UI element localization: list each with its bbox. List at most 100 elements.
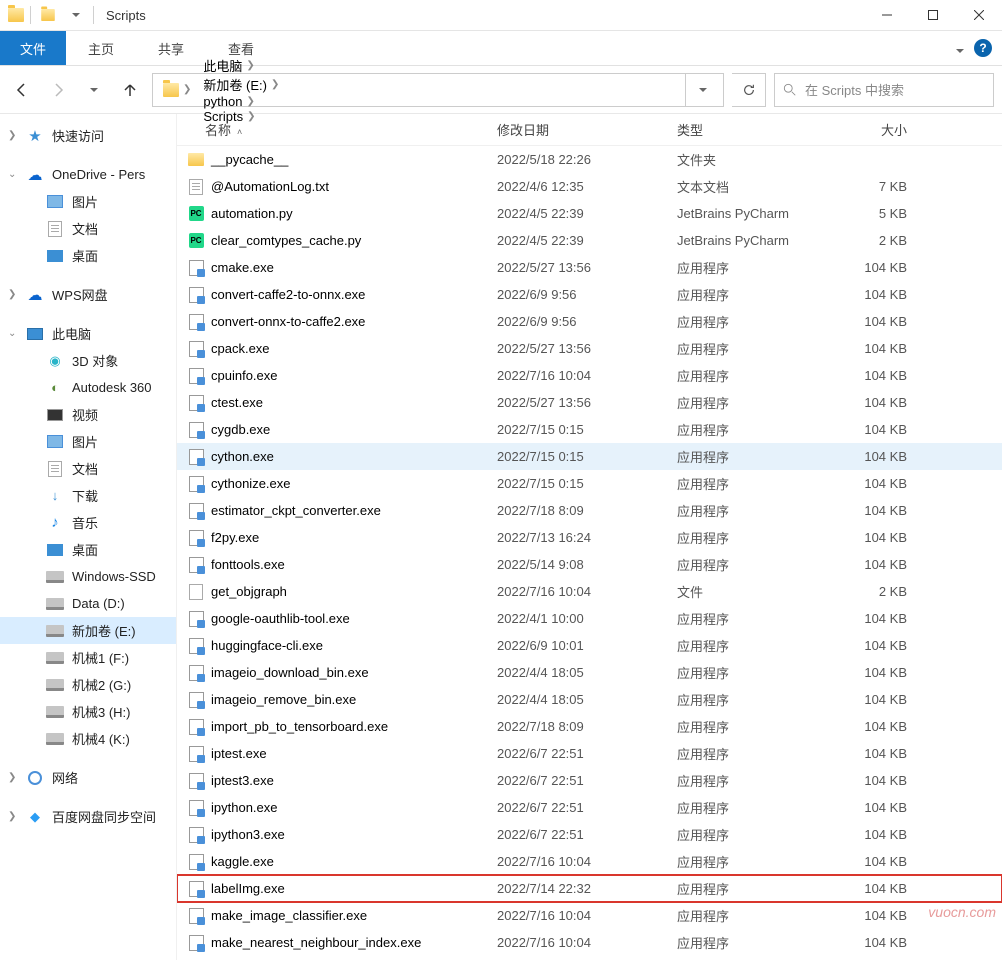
- file-row[interactable]: imageio_remove_bin.exe2022/4/4 18:05应用程序…: [177, 686, 1002, 713]
- search-input[interactable]: 在 Scripts 中搜索: [774, 73, 994, 107]
- recent-dropdown[interactable]: [80, 76, 108, 104]
- file-row[interactable]: convert-caffe2-to-onnx.exe2022/6/9 9:56应…: [177, 281, 1002, 308]
- address-bar[interactable]: ❯ 此电脑❯新加卷 (E:)❯python❯Scripts❯: [152, 73, 724, 107]
- file-row[interactable]: PCautomation.py2022/4/5 22:39JetBrains P…: [177, 200, 1002, 227]
- file-row[interactable]: make_nearest_neighbour_index.exe2022/7/1…: [177, 929, 1002, 956]
- refresh-button[interactable]: [732, 73, 766, 107]
- file-row[interactable]: labelImg.exe2022/7/14 22:32应用程序104 KB: [177, 875, 1002, 902]
- sidebar-item[interactable]: 桌面: [0, 536, 176, 563]
- file-row[interactable]: convert-onnx-to-caffe2.exe2022/6/9 9:56应…: [177, 308, 1002, 335]
- file-row[interactable]: cygdb.exe2022/7/15 0:15应用程序104 KB: [177, 416, 1002, 443]
- sidebar-item[interactable]: ❯◆百度网盘同步空间: [0, 803, 176, 830]
- file-row[interactable]: import_pb_to_tensorboard.exe2022/7/18 8:…: [177, 713, 1002, 740]
- file-row[interactable]: PCclear_comtypes_cache.py2022/4/5 22:39J…: [177, 227, 1002, 254]
- sidebar-item[interactable]: 机械4 (K:): [0, 725, 176, 752]
- sidebar-item[interactable]: 桌面: [0, 242, 176, 269]
- sidebar-item[interactable]: 机械1 (F:): [0, 644, 176, 671]
- file-date: 2022/7/16 10:04: [497, 854, 677, 869]
- col-name[interactable]: 名称˄: [187, 120, 497, 139]
- sidebar-item[interactable]: 机械3 (H:): [0, 698, 176, 725]
- file-row[interactable]: get_objgraph2022/7/16 10:04文件2 KB: [177, 578, 1002, 605]
- sidebar-item[interactable]: 图片: [0, 428, 176, 455]
- col-size[interactable]: 大小: [827, 120, 907, 139]
- file-date: 2022/7/18 8:09: [497, 503, 677, 518]
- file-row[interactable]: cpuinfo.exe2022/7/16 10:04应用程序104 KB: [177, 362, 1002, 389]
- file-type: 应用程序: [677, 420, 827, 439]
- file-row[interactable]: ipython.exe2022/6/7 22:51应用程序104 KB: [177, 794, 1002, 821]
- watermark: vuocn.com: [928, 904, 996, 920]
- file-date: 2022/5/27 13:56: [497, 341, 677, 356]
- file-row[interactable]: f2py.exe2022/7/13 16:24应用程序104 KB: [177, 524, 1002, 551]
- file-date: 2022/6/9 9:56: [497, 314, 677, 329]
- sidebar-item[interactable]: ◐Autodesk 360: [0, 374, 176, 401]
- file-row[interactable]: kaggle.exe2022/7/16 10:04应用程序104 KB: [177, 848, 1002, 875]
- address-dropdown[interactable]: [685, 74, 719, 106]
- file-type: 应用程序: [677, 339, 827, 358]
- breadcrumb-item[interactable]: 此电脑❯: [197, 56, 285, 75]
- exe-icon: [187, 934, 205, 952]
- sidebar-item[interactable]: ⌄☁OneDrive - Pers: [0, 161, 176, 188]
- file-row[interactable]: cmake.exe2022/5/27 13:56应用程序104 KB: [177, 254, 1002, 281]
- qat-button[interactable]: [37, 4, 59, 26]
- tab-share[interactable]: 共享: [136, 31, 206, 65]
- qat-dropdown[interactable]: [65, 4, 87, 26]
- file-name: cpuinfo.exe: [211, 368, 278, 383]
- file-name: convert-onnx-to-caffe2.exe: [211, 314, 365, 329]
- file-name: huggingface-cli.exe: [211, 638, 323, 653]
- sidebar-item[interactable]: ↓下载: [0, 482, 176, 509]
- sidebar-item[interactable]: ❯☁WPS网盘: [0, 281, 176, 308]
- col-date[interactable]: 修改日期: [497, 120, 677, 139]
- forward-button[interactable]: [44, 76, 72, 104]
- tab-file[interactable]: 文件: [0, 31, 66, 65]
- sidebar-item[interactable]: 机械2 (G:): [0, 671, 176, 698]
- breadcrumb-item[interactable]: 新加卷 (E:)❯: [197, 75, 285, 94]
- sidebar-item[interactable]: ♪音乐: [0, 509, 176, 536]
- exe-icon: [187, 745, 205, 763]
- minimize-button[interactable]: [864, 0, 910, 31]
- exe-icon: [187, 853, 205, 871]
- up-button[interactable]: [116, 76, 144, 104]
- col-type[interactable]: 类型: [677, 120, 827, 139]
- file-row[interactable]: estimator_ckpt_converter.exe2022/7/18 8:…: [177, 497, 1002, 524]
- file-row[interactable]: cythonize.exe2022/7/15 0:15应用程序104 KB: [177, 470, 1002, 497]
- help-icon[interactable]: ?: [974, 39, 992, 57]
- file-row[interactable]: iptest.exe2022/6/7 22:51应用程序104 KB: [177, 740, 1002, 767]
- folder-icon: [163, 83, 179, 97]
- sidebar-item[interactable]: 图片: [0, 188, 176, 215]
- sidebar-item[interactable]: 文档: [0, 215, 176, 242]
- breadcrumb-item[interactable]: python❯: [197, 94, 285, 109]
- file-size: 5 KB: [827, 206, 907, 221]
- file-name: iptest.exe: [211, 746, 267, 761]
- file-row[interactable]: @AutomationLog.txt2022/4/6 12:35文本文档7 KB: [177, 173, 1002, 200]
- sidebar-item[interactable]: 新加卷 (E:): [0, 617, 176, 644]
- file-row[interactable]: imageio_download_bin.exe2022/4/4 18:05应用…: [177, 659, 1002, 686]
- file-size: 104 KB: [827, 341, 907, 356]
- ribbon-collapse-icon[interactable]: [956, 41, 964, 56]
- close-button[interactable]: [956, 0, 1002, 31]
- file-row[interactable]: __pycache__2022/5/18 22:26文件夹: [177, 146, 1002, 173]
- file-row[interactable]: huggingface-cli.exe2022/6/9 10:01应用程序104…: [177, 632, 1002, 659]
- sidebar-item[interactable]: 文档: [0, 455, 176, 482]
- file-row[interactable]: ctest.exe2022/5/27 13:56应用程序104 KB: [177, 389, 1002, 416]
- sidebar-item[interactable]: Data (D:): [0, 590, 176, 617]
- file-row[interactable]: cython.exe2022/7/15 0:15应用程序104 KB: [177, 443, 1002, 470]
- file-row[interactable]: cpack.exe2022/5/27 13:56应用程序104 KB: [177, 335, 1002, 362]
- back-button[interactable]: [8, 76, 36, 104]
- file-row[interactable]: fonttools.exe2022/5/14 9:08应用程序104 KB: [177, 551, 1002, 578]
- file-size: 104 KB: [827, 935, 907, 950]
- sidebar-item[interactable]: ❯★快速访问: [0, 122, 176, 149]
- file-row[interactable]: make_image_classifier.exe2022/7/16 10:04…: [177, 902, 1002, 929]
- tab-home[interactable]: 主页: [66, 31, 136, 65]
- sidebar-item[interactable]: ◉3D 对象: [0, 347, 176, 374]
- file-type: 应用程序: [677, 906, 827, 925]
- file-row[interactable]: ipython3.exe2022/6/7 22:51应用程序104 KB: [177, 821, 1002, 848]
- maximize-button[interactable]: [910, 0, 956, 31]
- sidebar-item[interactable]: ❯网络: [0, 764, 176, 791]
- file-row[interactable]: iptest3.exe2022/6/7 22:51应用程序104 KB: [177, 767, 1002, 794]
- file-name: convert-caffe2-to-onnx.exe: [211, 287, 365, 302]
- file-row[interactable]: google-oauthlib-tool.exe2022/4/1 10:00应用…: [177, 605, 1002, 632]
- sidebar-item[interactable]: ⌄此电脑: [0, 320, 176, 347]
- sidebar-item[interactable]: Windows-SSD: [0, 563, 176, 590]
- sidebar-item[interactable]: 视频: [0, 401, 176, 428]
- file-name: cygdb.exe: [211, 422, 270, 437]
